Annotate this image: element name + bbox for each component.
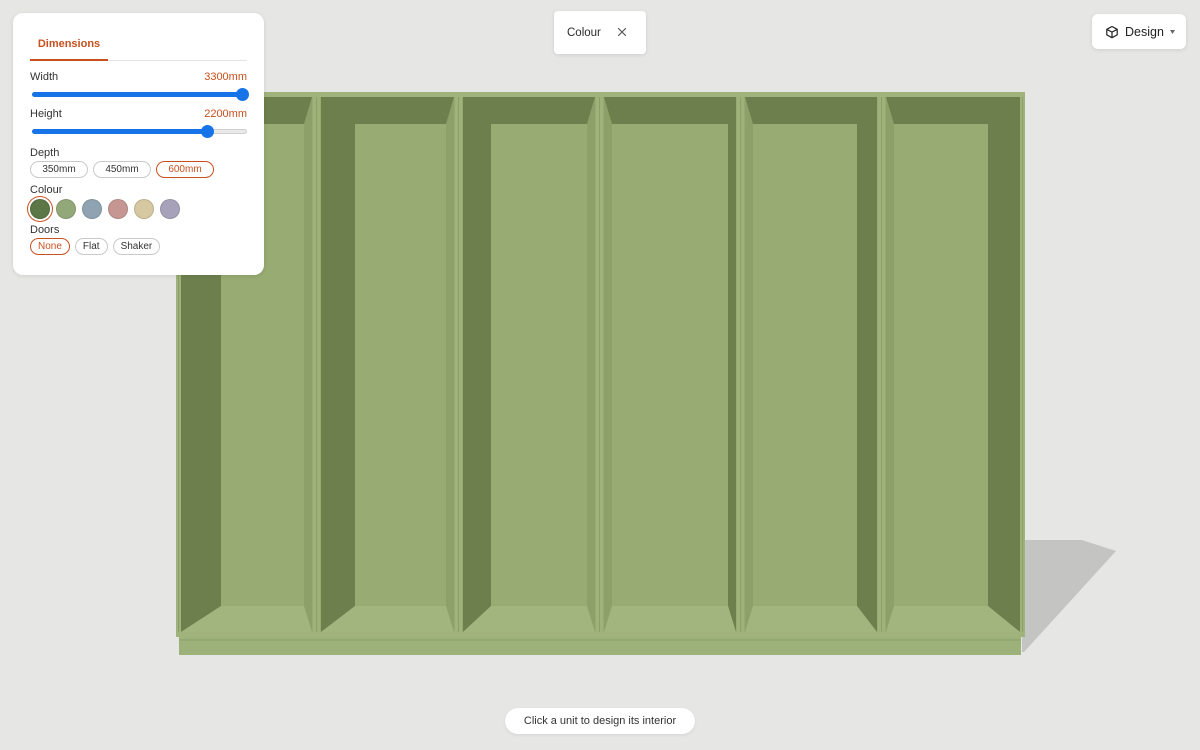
top-rail	[176, 92, 1024, 97]
design-button[interactable]: Design	[1092, 14, 1186, 49]
width-slider-thumb[interactable]	[236, 88, 249, 101]
depth-option[interactable]: 450mm	[93, 161, 151, 178]
height-row: Height 2200mm	[30, 108, 247, 120]
depth-label: Depth	[30, 147, 60, 159]
colour-swatch[interactable]	[160, 199, 180, 219]
design-button-label: Design	[1125, 24, 1164, 39]
doors-row: Doors	[30, 224, 247, 236]
doors-option[interactable]: Flat	[74, 238, 108, 255]
width-value: 3300mm	[204, 71, 247, 83]
dimensions-panel: Dimensions Width 3300mm Height 2200mm De…	[13, 13, 264, 275]
tab-dimensions[interactable]: Dimensions	[30, 27, 108, 61]
wardrobe-unit[interactable]	[463, 97, 595, 632]
cube-icon	[1106, 25, 1118, 38]
width-row: Width 3300mm	[30, 71, 247, 83]
depth-options: 350mm 450mm 600mm	[30, 161, 247, 178]
close-icon[interactable]	[615, 25, 629, 39]
colour-swatch[interactable]	[56, 199, 76, 219]
doors-label: Doors	[30, 224, 60, 236]
wardrobe-unit[interactable]	[886, 97, 1020, 632]
height-slider[interactable]	[30, 122, 247, 140]
wardrobe-unit[interactable]	[745, 97, 877, 632]
depth-row: Depth	[30, 147, 247, 159]
height-slider-fill	[32, 129, 207, 134]
bottom-rail	[176, 632, 1024, 637]
height-slider-thumb[interactable]	[201, 125, 214, 138]
wardrobe-unit[interactable]	[604, 97, 736, 632]
width-slider[interactable]	[30, 85, 249, 103]
width-slider-fill	[32, 92, 242, 97]
colour-swatch[interactable]	[30, 199, 50, 219]
doors-option[interactable]: None	[30, 238, 70, 255]
doors-options: None Flat Shaker	[30, 238, 247, 255]
plinth	[179, 634, 1021, 655]
colour-chip[interactable]: Colour	[554, 11, 646, 54]
hint-text: Click a unit to design its interior	[523, 715, 677, 727]
caret-down-icon	[1170, 30, 1175, 34]
colour-label: Colour	[30, 184, 63, 196]
panel-tabs: Dimensions	[30, 27, 247, 61]
colour-row: Colour	[30, 184, 247, 196]
doors-option[interactable]: Shaker	[112, 238, 161, 255]
colour-swatches	[30, 199, 247, 219]
colour-chip-label: Colour	[567, 26, 601, 39]
floor-shadow	[1022, 540, 1116, 652]
hint-bubble: Click a unit to design its interior	[505, 708, 695, 734]
colour-swatch[interactable]	[82, 199, 102, 219]
depth-option[interactable]: 600mm	[156, 161, 214, 178]
depth-option[interactable]: 350mm	[30, 161, 88, 178]
colour-swatch[interactable]	[108, 199, 128, 219]
colour-swatch[interactable]	[134, 199, 154, 219]
wardrobe-unit[interactable]	[321, 97, 454, 632]
height-value: 2200mm	[204, 108, 247, 120]
